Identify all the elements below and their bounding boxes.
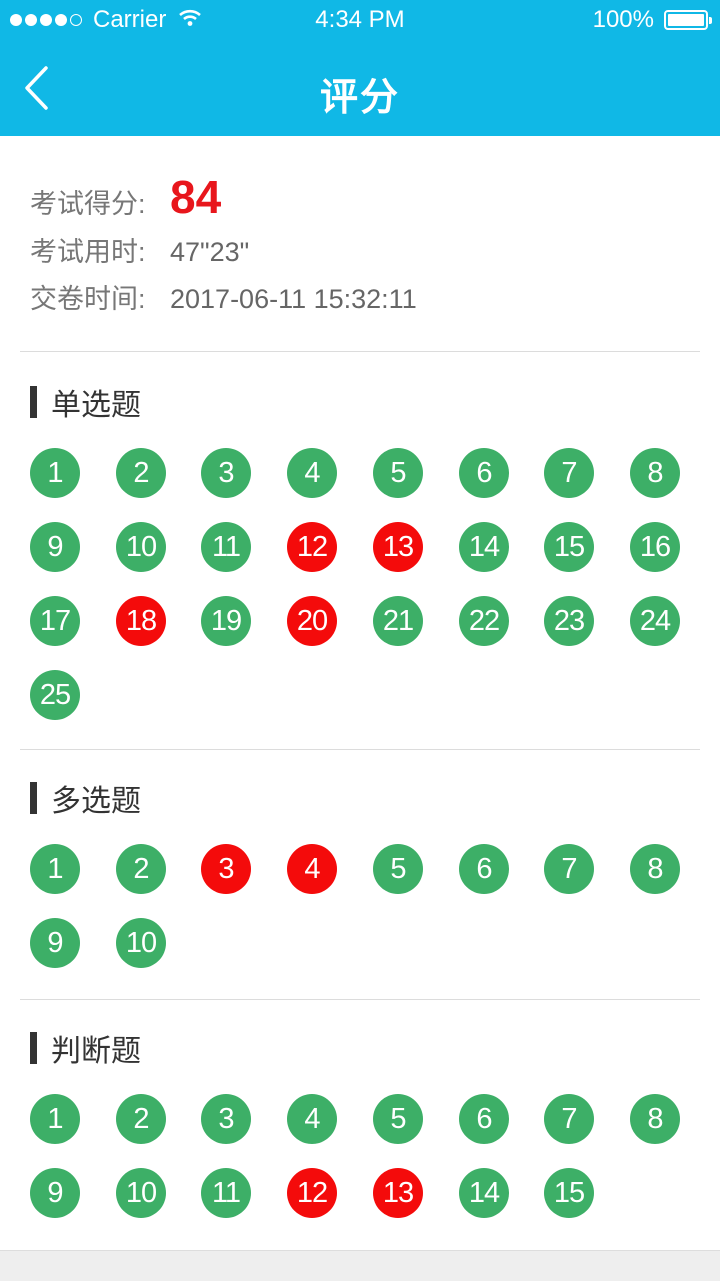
- question-correct-button[interactable]: 22: [459, 596, 509, 646]
- question-correct-button[interactable]: 8: [630, 844, 680, 894]
- question-correct-button[interactable]: 7: [544, 448, 594, 498]
- question-correct-button[interactable]: 2: [116, 1094, 166, 1144]
- question-correct-button[interactable]: 5: [373, 1094, 423, 1144]
- question-correct-button[interactable]: 7: [544, 1094, 594, 1144]
- question-correct-button[interactable]: 23: [544, 596, 594, 646]
- question-wrong-button[interactable]: 12: [287, 1168, 337, 1218]
- question-correct-button[interactable]: 9: [30, 522, 80, 572]
- question-correct-button[interactable]: 3: [201, 448, 251, 498]
- battery-icon: [664, 10, 712, 30]
- duration-value: 47"23": [170, 237, 250, 267]
- exam-summary: 考试得分: 84 考试用时: 47"23" 交卷时间: 2017-06-11 1…: [30, 170, 417, 324]
- submit-time-row: 交卷时间: 2017-06-11 15:32:11: [30, 277, 417, 324]
- question-correct-button[interactable]: 15: [544, 522, 594, 572]
- question-correct-button[interactable]: 10: [116, 1168, 166, 1218]
- question-correct-button[interactable]: 8: [630, 1094, 680, 1144]
- divider: [20, 999, 700, 1000]
- submit-time-value: 2017-06-11 15:32:11: [170, 284, 417, 314]
- question-correct-button[interactable]: 10: [116, 522, 166, 572]
- question-correct-button[interactable]: 9: [30, 1168, 80, 1218]
- divider: [20, 351, 700, 352]
- question-correct-button[interactable]: 7: [544, 844, 594, 894]
- question-correct-button[interactable]: 3: [201, 1094, 251, 1144]
- question-correct-button[interactable]: 24: [630, 596, 680, 646]
- question-correct-button[interactable]: 2: [116, 448, 166, 498]
- question-correct-button[interactable]: 4: [287, 1094, 337, 1144]
- section-marker: [30, 1032, 37, 1064]
- section-marker: [30, 386, 37, 418]
- divider: [20, 749, 700, 750]
- page-title: 评分: [319, 77, 400, 119]
- section-title: 多选题: [51, 785, 141, 818]
- section-header: 判断题: [30, 1030, 141, 1068]
- question-correct-button[interactable]: 9: [30, 918, 80, 968]
- question-correct-button[interactable]: 4: [287, 448, 337, 498]
- question-wrong-button[interactable]: 20: [287, 596, 337, 646]
- question-correct-button[interactable]: 16: [630, 522, 680, 572]
- question-wrong-button[interactable]: 12: [287, 522, 337, 572]
- question-correct-button[interactable]: 5: [373, 844, 423, 894]
- question-correct-button[interactable]: 6: [459, 1094, 509, 1144]
- question-correct-button[interactable]: 11: [201, 522, 251, 572]
- question-correct-button[interactable]: 2: [116, 844, 166, 894]
- section-header: 单选题: [30, 384, 141, 422]
- question-wrong-button[interactable]: 18: [116, 596, 166, 646]
- question-correct-button[interactable]: 11: [201, 1168, 251, 1218]
- question-correct-button[interactable]: 21: [373, 596, 423, 646]
- question-wrong-button[interactable]: 3: [201, 844, 251, 894]
- question-correct-button[interactable]: 1: [30, 844, 80, 894]
- question-correct-button[interactable]: 6: [459, 448, 509, 498]
- status-bar: Carrier 4:34 PM 100%: [0, 0, 720, 40]
- question-correct-button[interactable]: 14: [459, 522, 509, 572]
- question-correct-button[interactable]: 19: [201, 596, 251, 646]
- question-correct-button[interactable]: 14: [459, 1168, 509, 1218]
- duration-label: 考试用时:: [30, 237, 146, 267]
- question-correct-button[interactable]: 10: [116, 918, 166, 968]
- question-wrong-button[interactable]: 13: [373, 1168, 423, 1218]
- question-correct-button[interactable]: 6: [459, 844, 509, 894]
- duration-row: 考试用时: 47"23": [30, 230, 417, 277]
- score-value: 84: [170, 171, 222, 223]
- question-wrong-button[interactable]: 13: [373, 522, 423, 572]
- bottom-bar: [0, 1250, 720, 1281]
- section-marker: [30, 782, 37, 814]
- question-wrong-button[interactable]: 4: [287, 844, 337, 894]
- battery-area: 100%: [592, 6, 712, 34]
- question-correct-button[interactable]: 25: [30, 670, 80, 720]
- score-row: 考试得分: 84: [30, 170, 417, 230]
- question-correct-button[interactable]: 1: [30, 1094, 80, 1144]
- score-label: 考试得分:: [30, 189, 146, 219]
- question-correct-button[interactable]: 1: [30, 448, 80, 498]
- section-title: 判断题: [51, 1035, 141, 1068]
- section-title: 单选题: [51, 389, 141, 422]
- section-header: 多选题: [30, 780, 141, 818]
- question-correct-button[interactable]: 17: [30, 596, 80, 646]
- question-correct-button[interactable]: 5: [373, 448, 423, 498]
- question-correct-button[interactable]: 15: [544, 1168, 594, 1218]
- nav-bar: 评分: [0, 40, 720, 136]
- battery-percent: 100%: [592, 6, 654, 33]
- submit-time-label: 交卷时间:: [30, 284, 146, 314]
- question-correct-button[interactable]: 8: [630, 448, 680, 498]
